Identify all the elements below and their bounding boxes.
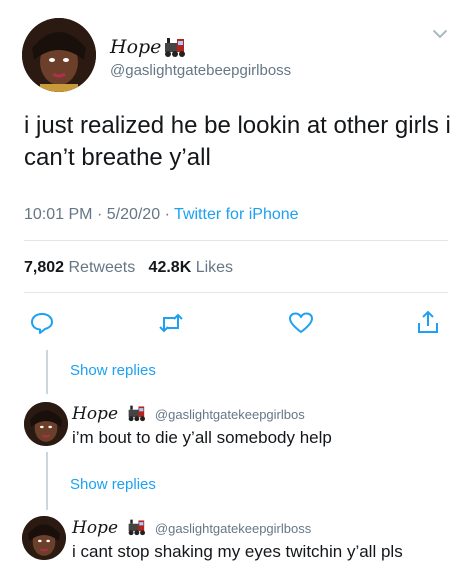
- reply-author-name[interactable]: Hope: [72, 518, 118, 538]
- retweets-count: 7,802: [24, 259, 65, 276]
- train-icon: [126, 518, 146, 536]
- author-avatar[interactable]: [22, 18, 96, 92]
- train-icon: [162, 36, 186, 58]
- tweet-time: 10:01 PM: [24, 206, 93, 223]
- reply-text: i’m bout to die y’all somebody help: [72, 428, 332, 447]
- reply-avatar[interactable]: [24, 402, 68, 446]
- heart-icon[interactable]: [288, 311, 314, 335]
- author-name[interactable]: Hope: [110, 36, 161, 58]
- reply-author-name[interactable]: Hope: [72, 404, 118, 424]
- likes-count: 42.8K: [148, 259, 192, 276]
- reply-text: i cant stop shaking my eyes twitchin y’a…: [72, 542, 403, 561]
- retweets-label: Retweets: [68, 259, 136, 276]
- share-icon[interactable]: [416, 309, 440, 335]
- meta-separator: ·: [96, 206, 103, 223]
- tweet-text: i just realized he be lookin at other gi…: [24, 112, 451, 171]
- tweet-source-link[interactable]: Twitter for iPhone: [174, 206, 299, 223]
- retweet-icon[interactable]: [158, 311, 184, 335]
- reply-header: Hope @gaslightgatekeepgirlbos: [72, 404, 305, 425]
- tweet-meta: 10:01 PM · 5/20/20 · Twitter for iPhone: [24, 205, 299, 225]
- show-replies-link[interactable]: Show replies: [70, 476, 156, 494]
- author-handle[interactable]: @gaslightgatebeepgirlboss: [110, 62, 291, 80]
- likes-stat[interactable]: 42.8K Likes: [149, 259, 234, 276]
- divider: [24, 292, 448, 293]
- train-icon: [126, 404, 146, 422]
- reply-avatar[interactable]: [22, 516, 66, 560]
- tweet-date: 5/20/20: [106, 206, 161, 223]
- divider: [24, 240, 448, 241]
- meta-separator: ·: [164, 206, 170, 223]
- retweets-stat[interactable]: 7,802 Retweets: [24, 259, 140, 276]
- reply-author-handle[interactable]: @gaslightgatekeepgirlbos: [155, 407, 305, 422]
- tweet-stats: 7,802 Retweets 42.8K Likes: [24, 258, 233, 278]
- thread-line: [46, 350, 48, 394]
- thread-line: [46, 452, 48, 510]
- reply-author-handle[interactable]: @gaslightgatekeepgirlboss: [155, 521, 311, 536]
- reply-header: Hope @gaslightgatekeepgirlboss: [72, 518, 311, 539]
- chevron-down-icon[interactable]: [432, 28, 448, 40]
- likes-label: Likes: [195, 259, 234, 276]
- show-replies-link[interactable]: Show replies: [70, 362, 156, 380]
- reply-icon[interactable]: [30, 311, 54, 335]
